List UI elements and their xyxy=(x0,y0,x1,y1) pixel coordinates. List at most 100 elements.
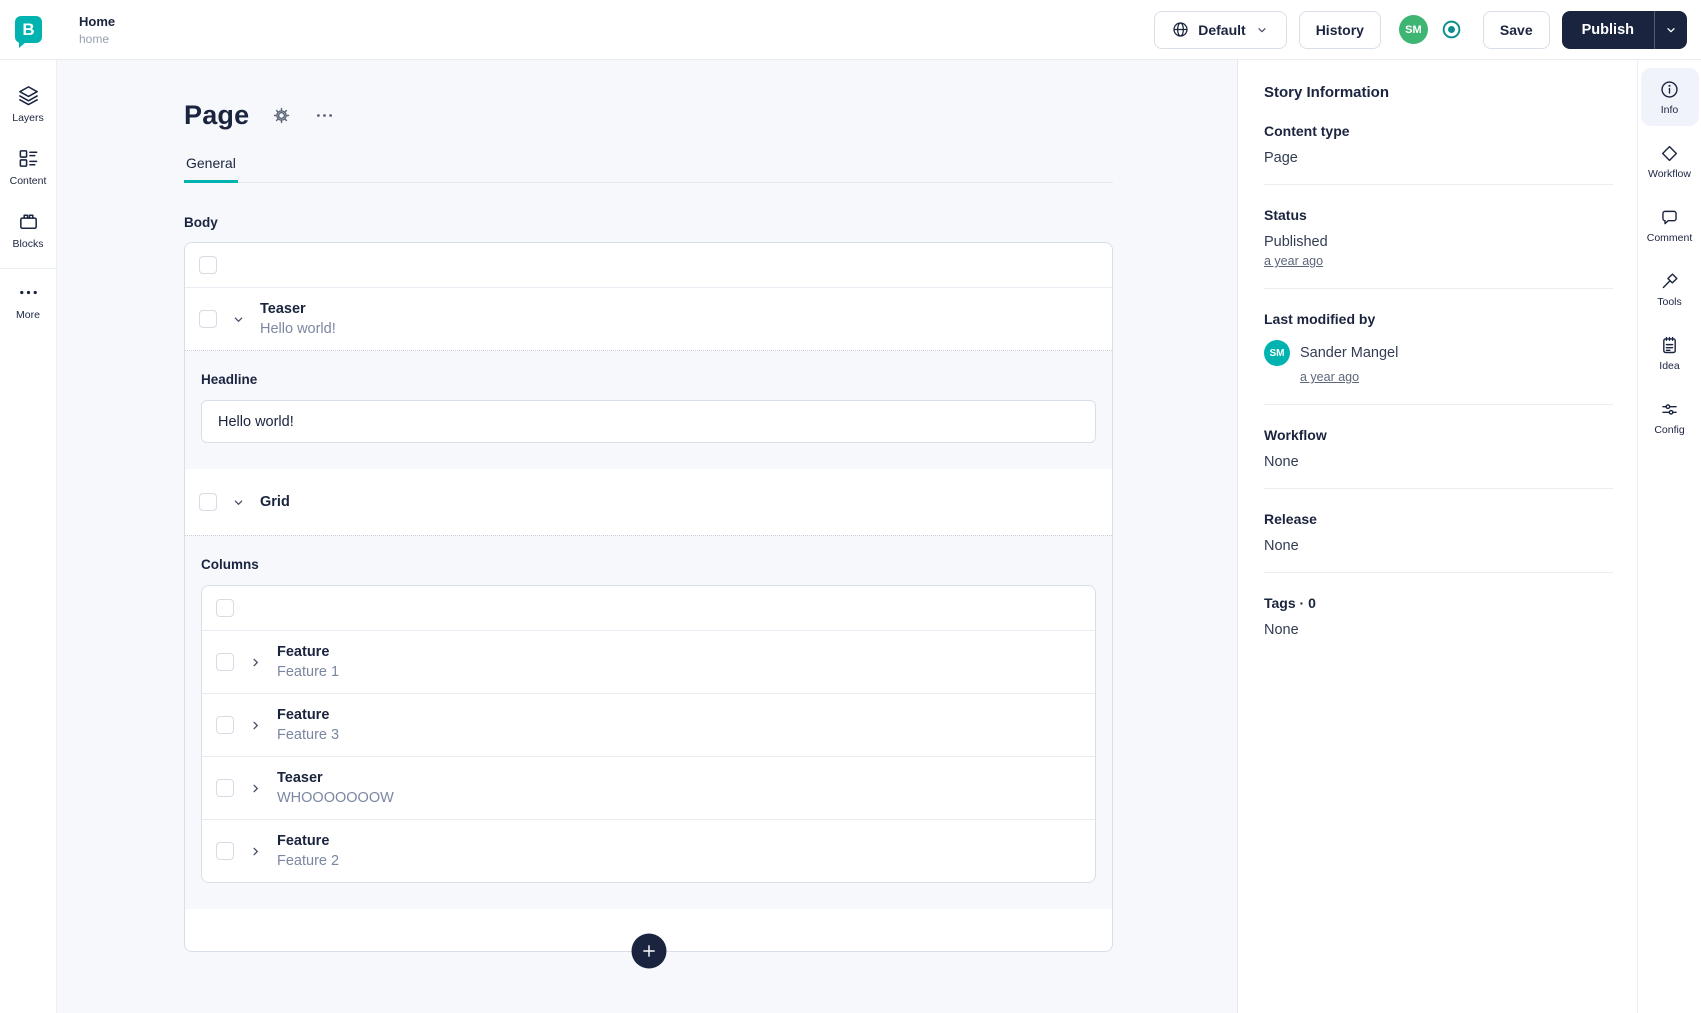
block-insert-row xyxy=(202,586,1095,630)
right-toolbar: Info Workflow Comment Tools Idea Config xyxy=(1637,60,1701,1013)
block-row-feature-1[interactable]: Feature Feature 1 xyxy=(202,631,1095,693)
app-root: B Home home Default History SM Save Publ… xyxy=(0,0,1701,1013)
select-checkbox[interactable] xyxy=(216,599,234,617)
sidebar-item-layers[interactable]: Layers xyxy=(0,72,56,135)
publish-button[interactable]: Publish xyxy=(1562,11,1654,49)
block-preview: Hello world! xyxy=(260,321,336,337)
divider xyxy=(1264,184,1613,185)
divider xyxy=(1264,288,1613,289)
sidebar-item-label: Content xyxy=(9,174,47,187)
top-bar-actions: Default History SM Save Publish xyxy=(1154,10,1701,49)
breadcrumb: Home home xyxy=(79,14,115,46)
content-type-value: Page xyxy=(1264,150,1298,166)
toolbar-item-comment[interactable]: Comment xyxy=(1641,196,1699,254)
workflow-label: Workflow xyxy=(1264,427,1327,443)
user-avatar[interactable]: SM xyxy=(1398,15,1428,44)
status-time-link[interactable]: a year ago xyxy=(1264,254,1323,268)
language-selector[interactable]: Default xyxy=(1154,10,1287,49)
chevron-right-icon xyxy=(253,721,258,729)
chevron-right-icon xyxy=(253,847,258,855)
sidebar-item-label: More xyxy=(16,308,40,321)
select-checkbox[interactable] xyxy=(216,842,234,860)
workflow-icon xyxy=(1661,145,1678,161)
divider xyxy=(1264,488,1613,489)
editor-title-row: Page xyxy=(184,100,1113,131)
sidebar-item-blocks[interactable]: Blocks xyxy=(0,198,56,261)
toolbar-item-label: Comment xyxy=(1646,231,1693,244)
block-row-teaser-2[interactable]: Teaser WHOOOOOOOW xyxy=(202,757,1095,819)
config-icon xyxy=(1662,403,1677,415)
history-label: History xyxy=(1315,21,1364,38)
block-type: Teaser xyxy=(277,770,323,786)
last-modified-user-row: SM Sander Mangel xyxy=(1264,340,1613,366)
language-label: Default xyxy=(1198,21,1246,38)
plus-icon xyxy=(642,945,655,957)
block-row-grid[interactable]: Grid xyxy=(185,469,1112,535)
story-title: Home xyxy=(79,13,116,29)
modified-time-link[interactable]: a year ago xyxy=(1300,370,1359,384)
divider xyxy=(1264,404,1613,405)
block-preview: Feature 1 xyxy=(277,664,340,680)
toolbar-item-info[interactable]: Info xyxy=(1640,68,1699,126)
add-block-button[interactable] xyxy=(631,933,666,969)
sidebar-item-content[interactable]: Content xyxy=(0,135,56,198)
more-options-button[interactable] xyxy=(314,105,335,126)
select-checkbox[interactable] xyxy=(199,310,217,328)
expand-toggle[interactable] xyxy=(247,654,264,671)
user-name: Sander Mangel xyxy=(1300,345,1399,361)
tab-general[interactable]: General xyxy=(184,155,238,183)
publish-dropdown-button[interactable] xyxy=(1654,10,1687,49)
divider xyxy=(1264,572,1613,573)
content-type-label: Content type xyxy=(1264,123,1350,139)
more-icon xyxy=(19,290,37,294)
publish-split-button: Publish xyxy=(1561,10,1687,49)
headline-field-label: Headline xyxy=(201,372,258,387)
history-button[interactable]: History xyxy=(1298,10,1381,49)
info-icon xyxy=(1661,80,1678,98)
block-row-teaser[interactable]: Teaser Hello world! xyxy=(185,288,1112,350)
expand-toggle[interactable] xyxy=(247,780,264,797)
toolbar-item-tools[interactable]: Tools xyxy=(1641,260,1699,318)
columns-blocks-card: Feature Feature 1 Feature Feature 3 Teas… xyxy=(201,585,1096,883)
release-label: Release xyxy=(1264,511,1317,527)
visual-editor-toggle[interactable] xyxy=(1440,18,1463,41)
select-checkbox[interactable] xyxy=(216,779,234,797)
block-row-feature-3[interactable]: Feature Feature 3 xyxy=(202,694,1095,756)
comment-icon xyxy=(1662,210,1677,224)
select-checkbox[interactable] xyxy=(216,653,234,671)
select-checkbox[interactable] xyxy=(199,256,217,274)
select-checkbox[interactable] xyxy=(199,493,217,511)
chevron-down-icon xyxy=(1258,27,1266,32)
preview-radio-icon xyxy=(1442,20,1461,39)
collapse-toggle[interactable] xyxy=(230,311,247,328)
toolbar-item-config[interactable]: Config xyxy=(1641,388,1699,446)
collapse-toggle[interactable] xyxy=(230,494,247,511)
publish-label: Publish xyxy=(1581,21,1634,38)
gear-icon xyxy=(274,107,290,124)
toolbar-item-workflow[interactable]: Workflow xyxy=(1641,132,1699,190)
save-button[interactable]: Save xyxy=(1482,10,1550,49)
top-bar: B Home home Default History SM Save Publ… xyxy=(0,0,1701,60)
chevron-right-icon xyxy=(253,784,258,792)
columns-field-label: Columns xyxy=(201,557,259,572)
user-avatar: SM xyxy=(1264,340,1290,366)
sidebar-item-label: Blocks xyxy=(12,237,44,250)
body-field-label: Body xyxy=(184,215,218,230)
expand-toggle[interactable] xyxy=(247,717,264,734)
storyblok-logo[interactable]: B xyxy=(15,16,42,48)
toolbar-item-label: Workflow xyxy=(1648,167,1691,180)
status-value: Published xyxy=(1264,234,1328,250)
select-checkbox[interactable] xyxy=(216,716,234,734)
toolbar-item-idea[interactable]: Idea xyxy=(1641,324,1699,382)
editor-tabs: General xyxy=(184,155,1113,183)
story-info-panel: Story Information Content type Page Stat… xyxy=(1237,60,1637,1013)
grid-expanded-fields: Columns Feature Feature 1 Feature Featur… xyxy=(185,536,1112,909)
story-slug: home xyxy=(79,31,110,46)
sidebar-item-more[interactable]: More xyxy=(0,269,56,332)
avatar-initials: SM xyxy=(1405,23,1422,36)
block-row-feature-2[interactable]: Feature Feature 2 xyxy=(202,820,1095,882)
ellipsis-icon xyxy=(317,114,333,117)
headline-input[interactable] xyxy=(201,400,1096,443)
settings-button[interactable] xyxy=(271,105,292,126)
expand-toggle[interactable] xyxy=(247,843,264,860)
